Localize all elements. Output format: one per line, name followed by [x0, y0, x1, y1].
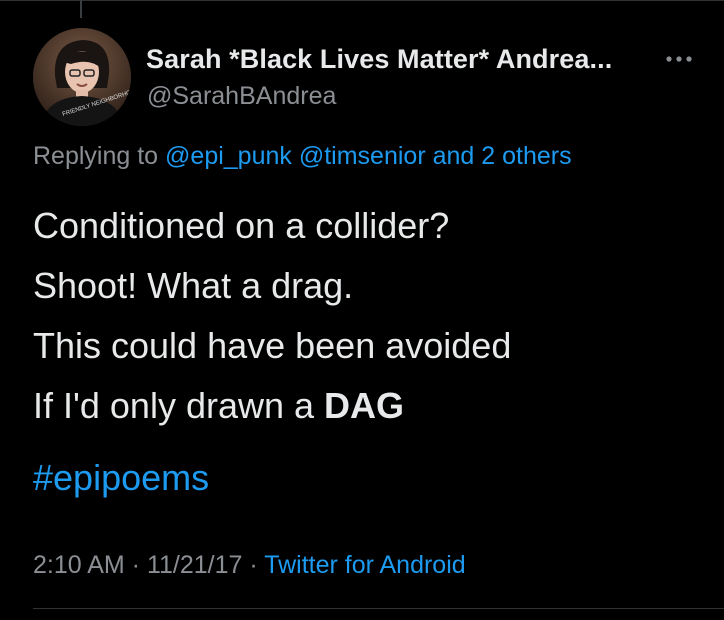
author-handle[interactable]: @SarahBAndrea [147, 82, 336, 111]
tweet-date[interactable]: 11/21/17 [147, 551, 242, 579]
hashtag-link[interactable]: #epipoems [33, 457, 209, 498]
author-display-name[interactable]: Sarah *Black Lives Matter* Andrea... [146, 44, 612, 75]
tweet-time[interactable]: 2:10 AM [33, 551, 125, 579]
mention-timsenior[interactable]: @timsenior [299, 142, 426, 170]
top-divider [0, 0, 724, 1]
tweet-body: Conditioned on a collider? Shoot! What a… [33, 196, 511, 508]
reply-context: Replying to @epi_punk @timsenior and 2 o… [33, 142, 572, 171]
tweet-meta: 2:10 AM · 11/21/17 · Twitter for Android [33, 551, 466, 580]
tweet-line-4-prefix: If I'd only drawn a [33, 385, 325, 426]
tweet-source-link[interactable]: Twitter for Android [264, 551, 465, 579]
tweet-line-2: Shoot! What a drag. [33, 265, 354, 306]
meta-separator-1: · [124, 551, 147, 579]
bottom-divider [33, 608, 724, 609]
tweet-line-3: This could have been avoided [33, 325, 512, 366]
thread-connector-line [80, 0, 82, 18]
tweet-line-1: Conditioned on a collider? [33, 205, 450, 246]
avatar[interactable]: FRIENDLY NEIGHBORHOOD EPIDEMIOLOGIST [33, 28, 131, 126]
meta-separator-2: · [242, 551, 265, 579]
replying-prefix: Replying to [33, 142, 159, 170]
tweet-line-4: If I'd only drawn a DAG [33, 376, 511, 436]
others-link[interactable]: and 2 others [433, 142, 572, 170]
avatar-image: FRIENDLY NEIGHBORHOOD EPIDEMIOLOGIST [33, 28, 131, 126]
more-horizontal-icon[interactable] [665, 52, 693, 66]
tweet-hashtag-line: #epipoems [33, 448, 511, 508]
mention-epi-punk[interactable]: @epi_punk [165, 142, 292, 170]
tweet-bold-word: DAG [324, 385, 405, 426]
